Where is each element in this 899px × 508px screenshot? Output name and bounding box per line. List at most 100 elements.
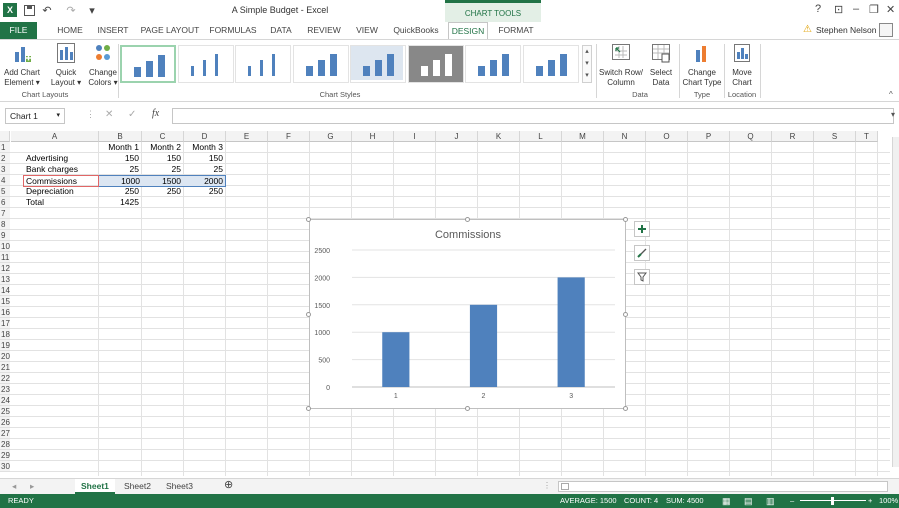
column-header-s[interactable]: S (814, 131, 856, 142)
tab-quickbooks[interactable]: QuickBooks (391, 22, 441, 39)
cell-d5[interactable]: 250 (183, 186, 225, 197)
ribbon-display-options-icon[interactable]: ⊡ (834, 3, 843, 16)
chart-style-thumbnail[interactable] (177, 45, 234, 83)
cell-b6[interactable]: 1425 (98, 197, 141, 208)
resize-handle[interactable] (306, 406, 311, 411)
insert-function-icon[interactable]: fx (152, 108, 159, 119)
column-header-o[interactable]: O (646, 131, 688, 142)
column-header-n[interactable]: N (604, 131, 646, 142)
horizontal-scrollbar[interactable] (558, 481, 888, 492)
chart-style-thumbnail[interactable] (407, 45, 464, 83)
collapse-ribbon-icon[interactable]: ^ (889, 90, 893, 99)
row-header-24[interactable]: 24 (0, 395, 10, 406)
cell-c5[interactable]: 250 (141, 186, 183, 197)
row-header-16[interactable]: 16 (0, 307, 10, 318)
expand-formula-bar-icon[interactable]: ▾ (891, 110, 895, 119)
normal-view-icon[interactable]: ▦ (722, 494, 731, 508)
column-header-k[interactable]: K (478, 131, 520, 142)
formula-input[interactable] (172, 108, 894, 124)
column-header-m[interactable]: M (562, 131, 604, 142)
tab-formulas[interactable]: FORMULAS (208, 22, 258, 39)
help-button[interactable]: ? (815, 3, 821, 15)
sheet-tab-sheet2[interactable]: Sheet2 (118, 479, 157, 494)
cell-c2[interactable]: 150 (141, 153, 183, 164)
row-header-30[interactable]: 30 (0, 461, 10, 472)
column-header-r[interactable]: R (772, 131, 814, 142)
embedded-chart[interactable]: Commissions 0 500 1000 1500 2000 2500 1 2 3 (309, 219, 626, 409)
cell-b3[interactable]: 25 (98, 164, 141, 175)
page-layout-view-icon[interactable]: ▤ (744, 494, 753, 508)
cell-d1[interactable]: Month 3 (183, 142, 225, 153)
row-header-1[interactable]: 1 (0, 142, 10, 153)
move-chart-button[interactable]: Move Chart (726, 42, 758, 88)
column-header-q[interactable]: Q (730, 131, 772, 142)
resize-handle[interactable] (623, 406, 628, 411)
change-colors-button[interactable]: Change Colors ▾ (87, 42, 119, 88)
row-header-26[interactable]: 26 (0, 417, 10, 428)
cell-d2[interactable]: 150 (183, 153, 225, 164)
chart-styles-button[interactable] (634, 245, 650, 261)
row-header-19[interactable]: 19 (0, 340, 10, 351)
chart-style-thumbnail[interactable] (522, 45, 579, 83)
row-header-29[interactable]: 29 (0, 450, 10, 461)
column-header-e[interactable]: E (226, 131, 268, 142)
column-header-i[interactable]: I (394, 131, 436, 142)
tab-view[interactable]: VIEW (352, 22, 382, 39)
name-box[interactable]: Chart 1 ▾ (5, 108, 65, 124)
gallery-scroll[interactable]: ▴ ▾ ▾ (582, 45, 592, 83)
row-header-17[interactable]: 17 (0, 318, 10, 329)
change-chart-type-button[interactable]: Change Chart Type (682, 42, 722, 88)
row-header-2[interactable]: 2 (0, 153, 10, 164)
resize-handle[interactable] (306, 217, 311, 222)
chart-bar[interactable] (469, 304, 498, 387)
zoom-out-icon[interactable]: – (790, 494, 794, 508)
select-data-button[interactable]: Select Data (647, 42, 675, 88)
column-header-a[interactable]: A (11, 131, 99, 142)
sheet-tab-sheet3[interactable]: Sheet3 (160, 479, 199, 494)
row-header-25[interactable]: 25 (0, 406, 10, 417)
row-header-21[interactable]: 21 (0, 362, 10, 373)
resize-handle[interactable] (465, 217, 470, 222)
sheet-tab-sheet1[interactable]: Sheet1 (75, 479, 115, 494)
chart-style-thumbnail[interactable] (292, 45, 349, 83)
tab-data[interactable]: DATA (266, 22, 296, 39)
select-all-corner[interactable] (0, 131, 10, 142)
cancel-icon[interactable]: ✕ (105, 109, 113, 120)
worksheet-grid[interactable]: ABCDEFGHIJKLMNOPQRST 1 2 3 4 5 6 7 8 9 10 11 12 13 14… (0, 131, 899, 476)
vertical-scrollbar[interactable] (892, 137, 899, 467)
resize-handle[interactable] (623, 217, 628, 222)
row-header-4[interactable]: 4 (0, 175, 10, 186)
add-chart-element-button[interactable]: Add Chart Element ▾ (1, 42, 43, 88)
next-sheet-icon[interactable]: ▸ (24, 479, 40, 494)
resize-handle[interactable] (623, 312, 628, 317)
close-button[interactable]: ✕ (886, 3, 895, 16)
row-header-5[interactable]: 5 (0, 186, 10, 197)
minimize-button[interactable]: – (853, 3, 859, 15)
column-header-t[interactable]: T (856, 131, 878, 142)
chart-filters-button[interactable] (634, 269, 650, 285)
row-header-9[interactable]: 9 (0, 230, 10, 241)
row-header-13[interactable]: 13 (0, 274, 10, 285)
restore-button[interactable]: ❐ (869, 3, 879, 16)
tab-review[interactable]: REVIEW (305, 22, 343, 39)
column-header-h[interactable]: H (352, 131, 394, 142)
cell-b5[interactable]: 250 (98, 186, 141, 197)
chevron-down-icon[interactable]: ▾ (56, 111, 60, 119)
row-header-20[interactable]: 20 (0, 351, 10, 362)
cell-c3[interactable]: 25 (141, 164, 183, 175)
switch-row-column-button[interactable]: Switch Row/ Column (599, 42, 643, 88)
column-header-c[interactable]: C (142, 131, 184, 142)
column-header-j[interactable]: J (436, 131, 478, 142)
tab-format[interactable]: FORMAT (494, 22, 538, 39)
tab-home[interactable]: HOME (53, 22, 87, 39)
resize-handle[interactable] (306, 312, 311, 317)
tab-insert[interactable]: INSERT (96, 22, 130, 39)
row-header-18[interactable]: 18 (0, 329, 10, 340)
enter-icon[interactable]: ✓ (128, 109, 136, 120)
row-header-10[interactable]: 10 (0, 241, 10, 252)
row-header-6[interactable]: 6 (0, 197, 10, 208)
avatar[interactable] (879, 23, 893, 37)
row-header-8[interactable]: 8 (0, 219, 10, 230)
quick-layout-button[interactable]: Quick Layout ▾ (47, 42, 85, 88)
column-header-l[interactable]: L (520, 131, 562, 142)
